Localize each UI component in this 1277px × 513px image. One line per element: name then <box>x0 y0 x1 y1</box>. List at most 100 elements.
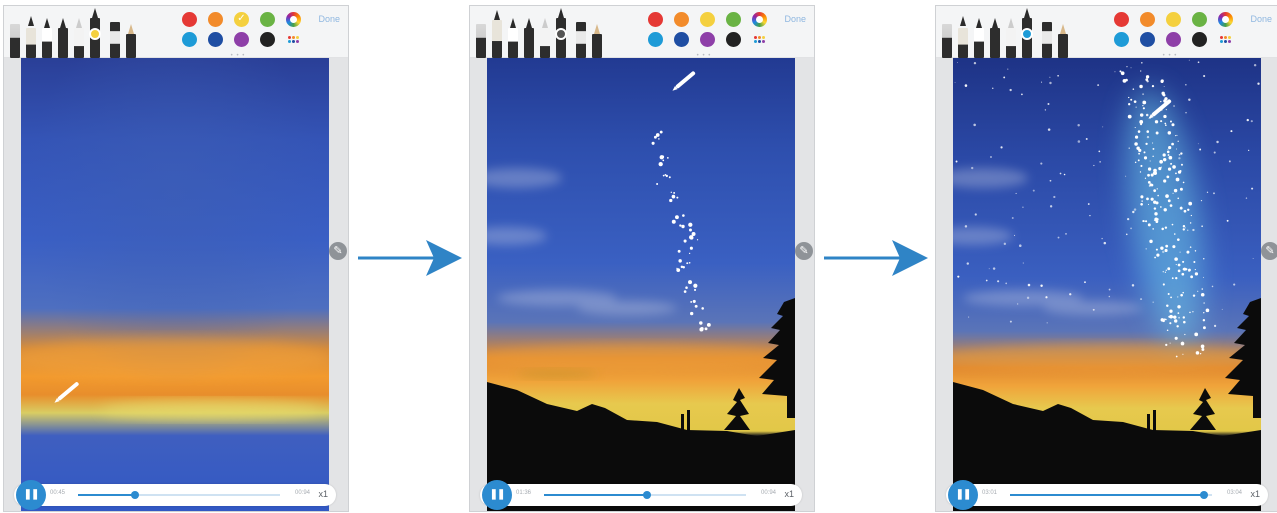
star-dot <box>1154 212 1158 216</box>
fountain-pen-tool[interactable] <box>974 18 984 58</box>
progress-handle[interactable] <box>130 491 139 499</box>
swatch-dark-blue[interactable] <box>674 32 689 47</box>
selected-pen-tool[interactable] <box>89 8 101 58</box>
more-colors-icon[interactable] <box>286 32 301 47</box>
star-dot <box>1099 160 1101 163</box>
progress-slider[interactable] <box>1010 491 1212 499</box>
progress-handle[interactable] <box>1199 491 1208 499</box>
star-dot <box>1007 68 1009 70</box>
done-button[interactable]: Done <box>318 14 340 24</box>
marker-tool[interactable] <box>540 18 550 58</box>
star-dot <box>688 280 693 285</box>
drawing-canvas[interactable] <box>953 58 1261 511</box>
progress-slider[interactable] <box>544 491 746 499</box>
eraser-tool[interactable] <box>110 22 120 58</box>
calligraphy-brush-tool[interactable] <box>10 14 20 58</box>
eraser-tool[interactable] <box>1042 22 1052 58</box>
playback-speed-button[interactable]: x1 <box>318 489 328 499</box>
swatch-purple[interactable] <box>234 32 249 47</box>
swatch-purple[interactable] <box>1166 32 1181 47</box>
pencil-icon[interactable]: ✎ <box>795 242 813 260</box>
pencil-tool[interactable] <box>592 24 602 58</box>
drawing-canvas[interactable] <box>21 58 329 511</box>
pause-button[interactable]: ❚❚ <box>948 480 978 510</box>
star-dot <box>683 290 687 293</box>
swatch-black[interactable] <box>1192 32 1207 47</box>
selected-pen-tool[interactable] <box>1021 8 1033 58</box>
pen-color-indicator <box>1021 28 1033 40</box>
swatch-black[interactable] <box>260 32 275 47</box>
pencil-icon[interactable]: ✎ <box>1261 242 1277 260</box>
star-dot <box>1046 322 1048 324</box>
star-dot <box>1183 209 1187 213</box>
marker-tool[interactable] <box>1006 18 1016 58</box>
marker-tool[interactable] <box>74 18 84 58</box>
color-wheel-icon[interactable] <box>286 12 301 27</box>
color-wheel-icon[interactable] <box>752 12 767 27</box>
star-dot <box>1257 82 1260 85</box>
star-dot <box>1049 81 1052 85</box>
swatch-red[interactable] <box>648 12 663 27</box>
swatch-light-blue[interactable] <box>648 32 663 47</box>
star-dot <box>689 246 693 250</box>
swatch-dark-blue[interactable] <box>208 32 223 47</box>
swatch-green[interactable] <box>1192 12 1207 27</box>
pause-button[interactable]: ❚❚ <box>16 480 46 510</box>
brush-tool[interactable] <box>492 10 502 58</box>
star-dot <box>1139 171 1142 173</box>
star-dot <box>689 235 694 240</box>
pause-button[interactable]: ❚❚ <box>482 480 512 510</box>
swatch-red[interactable] <box>1114 12 1129 27</box>
brush-tool[interactable] <box>958 16 968 58</box>
swatch-orange[interactable] <box>1140 12 1155 27</box>
swatch-light-blue[interactable] <box>182 32 197 47</box>
star-dot <box>1233 283 1236 286</box>
swatch-yellow[interactable]: ✓ <box>234 12 249 27</box>
brush-tool[interactable] <box>26 16 36 58</box>
swatch-green[interactable] <box>260 12 275 27</box>
more-colors-icon[interactable] <box>752 32 767 47</box>
star-dot <box>964 225 968 228</box>
swatch-red[interactable] <box>182 12 197 27</box>
swatch-light-blue[interactable] <box>1114 32 1129 47</box>
star-dot <box>1040 162 1043 165</box>
swatch-black[interactable] <box>726 32 741 47</box>
star-dot <box>1192 228 1195 232</box>
eraser-tool[interactable] <box>576 22 586 58</box>
star-dot <box>1164 248 1168 252</box>
playback-speed-button[interactable]: x1 <box>1250 489 1260 499</box>
more-colors-icon[interactable] <box>1218 32 1233 47</box>
pencil-tool[interactable] <box>1058 24 1068 58</box>
playback-speed-button[interactable]: x1 <box>784 489 794 499</box>
calligraphy-brush-tool[interactable] <box>942 14 952 58</box>
star-dot <box>1162 153 1166 157</box>
small-tree-silhouette <box>1190 388 1216 430</box>
fountain-pen-tool[interactable] <box>508 18 518 58</box>
pen-toolbar: ✓ • • • • Done <box>4 6 348 65</box>
star-dot <box>1165 244 1169 248</box>
color-wheel-icon[interactable] <box>1218 12 1233 27</box>
swatch-orange[interactable] <box>208 12 223 27</box>
swatch-yellow[interactable] <box>700 12 715 27</box>
star-dot <box>1163 114 1167 119</box>
star-dot <box>1176 238 1180 241</box>
done-button[interactable]: Done <box>784 14 806 24</box>
swatch-orange[interactable] <box>674 12 689 27</box>
fountain-pen-tool[interactable] <box>42 18 52 58</box>
progress-handle[interactable] <box>643 491 652 499</box>
progress-slider[interactable] <box>78 491 280 499</box>
swatch-green[interactable] <box>726 12 741 27</box>
swatch-dark-blue[interactable] <box>1140 32 1155 47</box>
done-button[interactable]: Done <box>1250 14 1272 24</box>
selected-pen-tool[interactable] <box>555 8 567 58</box>
pen-tool[interactable] <box>58 18 68 58</box>
star-dot <box>1032 189 1035 192</box>
pencil-icon[interactable]: ✎ <box>329 242 347 260</box>
pen-tool[interactable] <box>524 18 534 58</box>
swatch-yellow[interactable] <box>1166 12 1181 27</box>
swatch-purple[interactable] <box>700 32 715 47</box>
calligraphy-brush-tool[interactable] <box>476 14 486 58</box>
pencil-tool[interactable] <box>126 24 136 58</box>
drawing-canvas[interactable] <box>487 58 795 511</box>
pen-tool[interactable] <box>990 18 1000 58</box>
